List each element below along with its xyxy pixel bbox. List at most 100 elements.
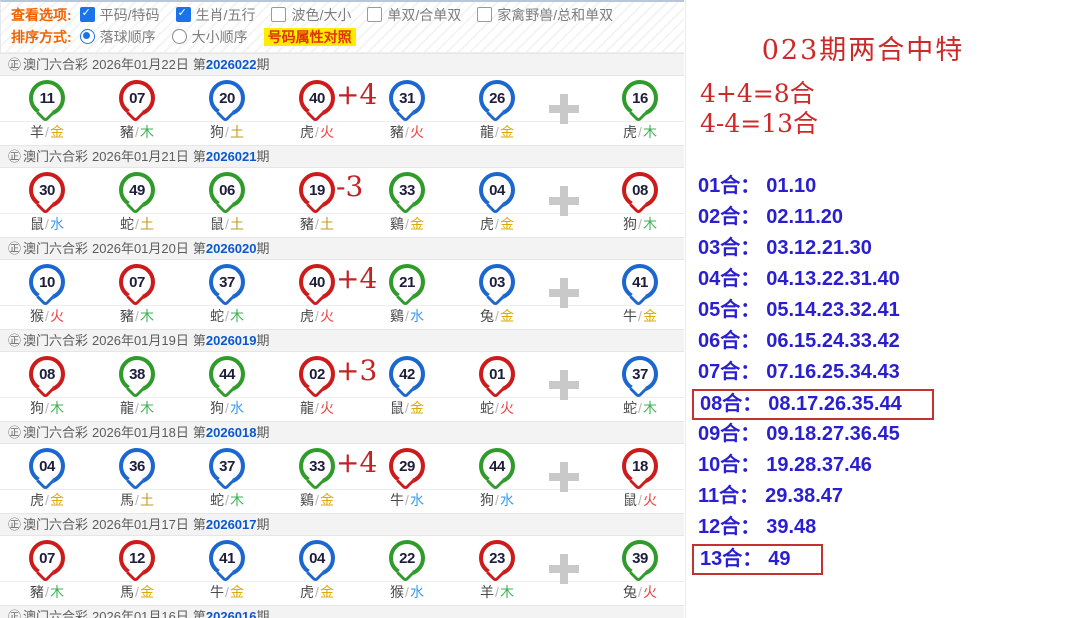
ball-cell: 22 猴/水 [362,536,452,605]
combo-item: 13合：49 [692,544,1062,575]
checkbox-icon[interactable] [367,7,382,22]
ball-cell: 12 馬/金 [92,536,182,605]
ball-cell: 40 虎/火 +4 [272,260,362,329]
combo-label: 04合： [698,268,760,290]
ball-number: 21 [399,274,415,291]
ball-cell: 40 虎/火 +4 [272,76,362,145]
ball-cell: 18 鼠/火 [595,444,685,513]
combo-value: 29.38.47 [765,485,843,507]
ball-number: 23 [489,550,505,567]
checkbox-option[interactable]: 家禽野兽/总和单双 [477,7,613,23]
ball-number: 41 [219,550,235,567]
ball-cell: 08 狗/木 [595,168,685,237]
draw-header: ㊣澳门六合彩2026年01月21日第2026021期 [0,145,684,168]
issue-number[interactable]: 2026022 [206,57,257,72]
ball-number: 37 [219,458,235,475]
draw-section: ㊣澳门六合彩2026年01月19日第2026019期 08 狗/木 38 龍/木… [0,329,684,421]
radio-icon[interactable] [172,29,187,44]
slash-separator: / [135,584,139,600]
element-char: 木 [643,124,657,140]
radio-option[interactable]: 大小顺序 [172,29,248,45]
zodiac-animal: 蛇 [120,216,134,232]
checkbox-option[interactable]: 平码/特码 [80,7,160,23]
element-char: 火 [410,124,424,140]
checkbox-option[interactable]: 波色/大小 [271,7,351,23]
lottery-ball: 40 [299,264,335,300]
ball-cell: 04 虎/金 [2,444,92,513]
zodiac-animal: 鼠 [390,400,404,416]
ball-number: 31 [399,90,415,107]
slash-separator: / [225,308,229,324]
balls-row: 07 豬/木 12 馬/金 41 牛/金 04 虎/金 [0,536,684,605]
ball-number: 42 [399,366,415,383]
ball-number: 41 [632,274,648,291]
combo-value: 19.28.37.46 [766,454,872,476]
slash-separator: / [638,492,642,508]
checkbox-option[interactable]: 生肖/五行 [176,7,256,23]
radio-option[interactable]: 落球顺序 [80,29,156,45]
zodiac-label: 龍/金 [480,122,514,142]
number-attribute-compare-button[interactable]: 号码属性对照 [264,28,356,46]
issue-prefix: 第 [193,149,206,164]
zodiac-animal: 馬 [120,492,134,508]
combo-label: 08合： [700,393,762,415]
zodiac-animal: 馬 [120,584,134,600]
combo-value: 06.15.24.33.42 [766,330,899,352]
lottery-name: 澳门六合彩 [23,241,88,256]
certified-icon: ㊣ [8,333,21,348]
checkbox-icon[interactable] [271,7,286,22]
slash-separator: / [405,584,409,600]
combo-value: 05.14.23.32.41 [766,299,899,321]
lottery-name: 澳门六合彩 [23,57,88,72]
checkbox-icon[interactable] [176,7,191,22]
slash-separator: / [45,308,49,324]
zodiac-label: 馬/金 [120,582,154,602]
zodiac-label: 虎/金 [480,214,514,234]
lottery-ball: 37 [209,448,245,484]
lottery-ball: 08 [29,356,65,392]
balls-row: 08 狗/木 38 龍/木 44 狗/水 02 龍/火 +3 [0,352,684,421]
checkbox-option[interactable]: 单双/合单双 [367,7,461,23]
zodiac-animal: 豬 [120,308,134,324]
lottery-ball: 33 [389,172,425,208]
lottery-ball: 07 [29,540,65,576]
radio-icon[interactable] [80,29,95,44]
combo-value: 04.13.22.31.40 [766,268,899,290]
ball-cell: 33 鷄/金 [362,168,452,237]
zodiac-animal: 豬 [30,584,44,600]
issue-number[interactable]: 2026021 [206,149,257,164]
ball-number: 44 [219,366,235,383]
ball-number: 07 [129,90,145,107]
element-char: 木 [230,308,244,324]
slash-separator: / [315,400,319,416]
slash-separator: / [638,216,642,232]
lottery-ball: 11 [29,80,65,116]
zodiac-animal: 蛇 [210,308,224,324]
zodiac-animal: 虎 [30,492,44,508]
zodiac-animal: 虎 [300,584,314,600]
issue-number[interactable]: 2026019 [206,333,257,348]
element-char: 金 [230,584,244,600]
slash-separator: / [315,308,319,324]
element-char: 金 [410,400,424,416]
ball-number: 01 [489,366,505,383]
lottery-ball: 07 [119,264,155,300]
draw-body: 08 狗/木 38 龍/木 44 狗/水 02 龍/火 +3 [0,352,684,421]
combo-text: 10合：19.28.37.46 [692,452,878,479]
lottery-ball: 01 [479,356,515,392]
issue-number[interactable]: 2026017 [206,517,257,532]
ball-cell: 07 豬/木 [92,260,182,329]
zodiac-animal: 鷄 [390,308,404,324]
checkbox-icon[interactable] [477,7,492,22]
element-char: 水 [410,584,424,600]
combo-item: 08合：08.17.26.35.44 [692,389,1062,420]
slash-separator: / [495,124,499,140]
zodiac-animal: 狗 [210,400,224,416]
issue-number[interactable]: 2026018 [206,425,257,440]
issue-prefix: 第 [193,241,206,256]
checkbox-icon[interactable] [80,7,95,22]
issue-number[interactable]: 2026020 [206,241,257,256]
issue-number[interactable]: 2026016 [206,609,257,618]
lottery-ball: 16 [622,80,658,116]
zodiac-animal: 龍 [300,400,314,416]
